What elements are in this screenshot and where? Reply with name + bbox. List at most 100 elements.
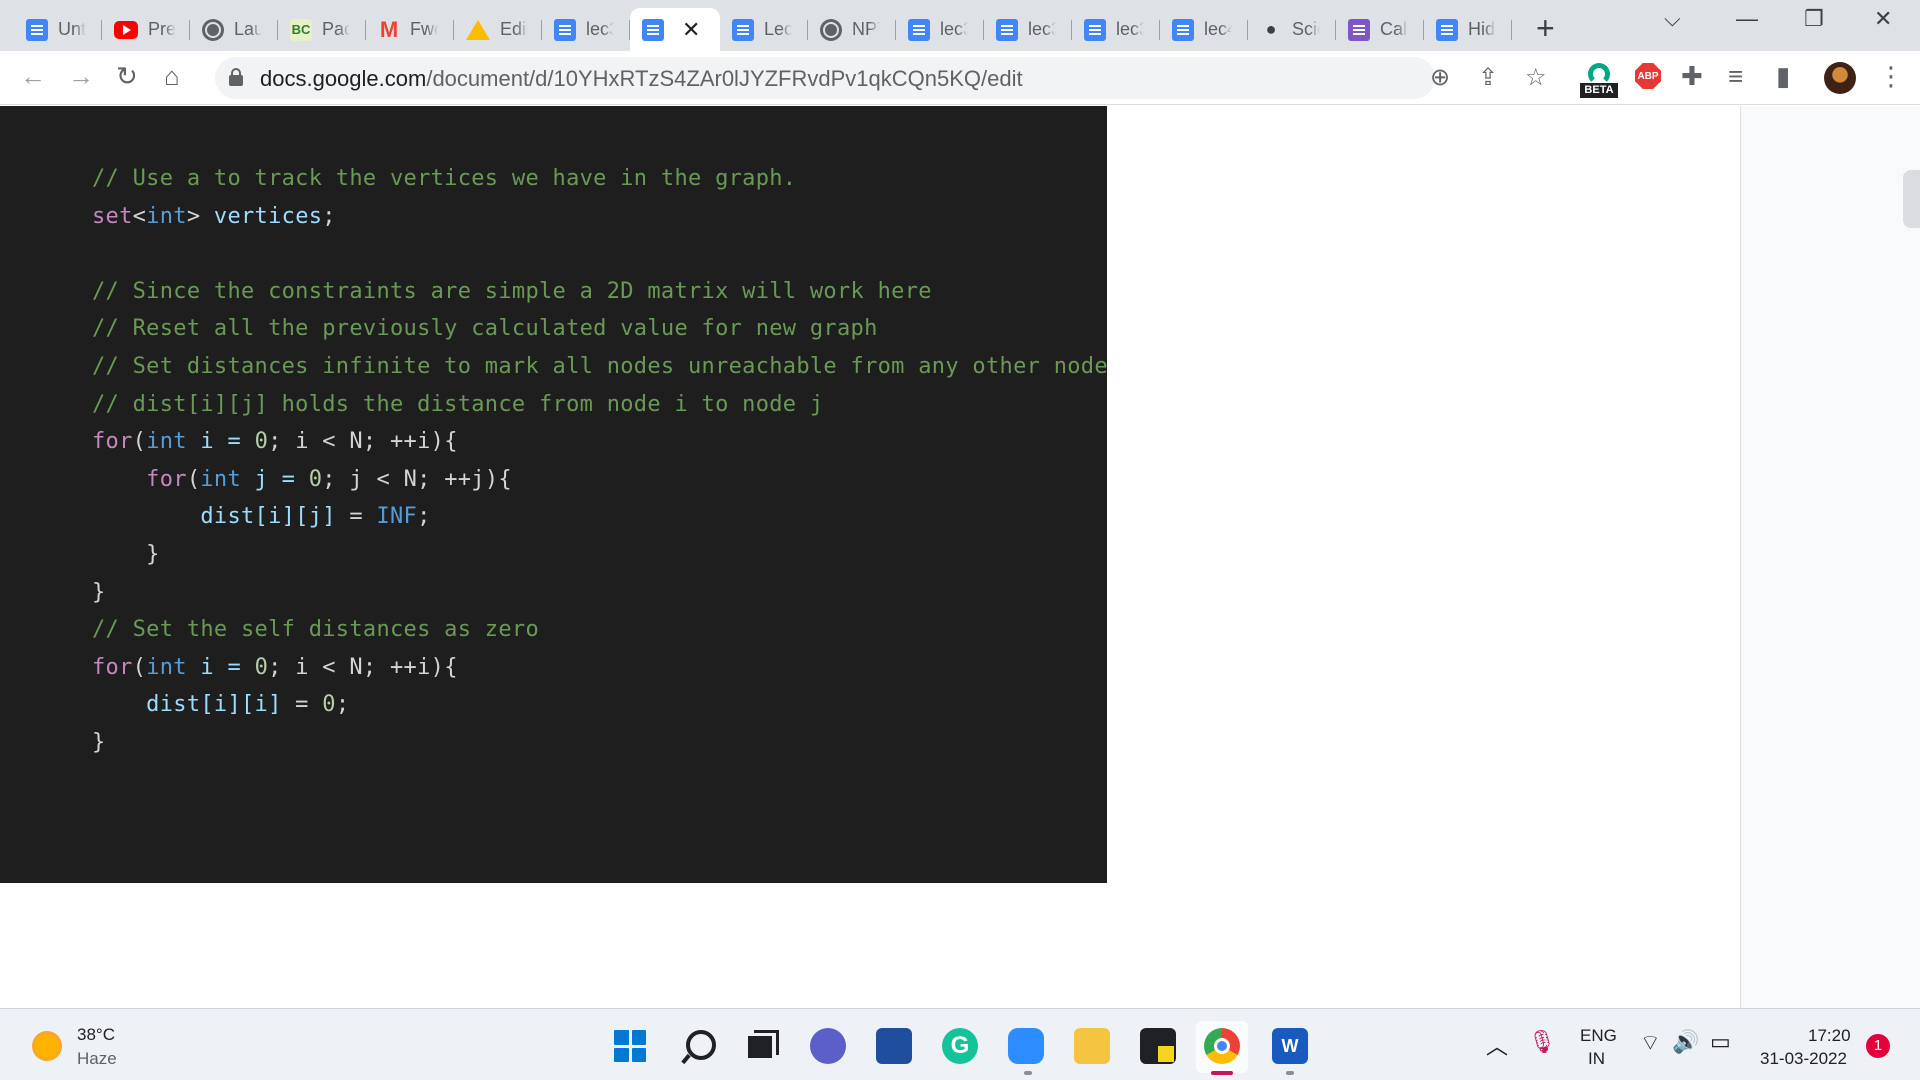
weather-condition[interactable]: Haze	[77, 1049, 117, 1069]
restore-icon[interactable]: ❐	[1804, 6, 1824, 32]
extensions-puzzle-icon[interactable]: ✚	[1681, 61, 1703, 92]
volume-icon[interactable]: 🔊	[1672, 1029, 1699, 1055]
beta-extension-icon[interactable]: BETA	[1580, 63, 1618, 99]
weather-temperature[interactable]: 38°C	[77, 1025, 115, 1045]
chrome-icon[interactable]	[1204, 1028, 1240, 1064]
tab[interactable]: Edit	[454, 8, 542, 51]
minimize-icon[interactable]: —	[1736, 6, 1758, 32]
new-tab-button[interactable]: +	[1536, 10, 1555, 47]
pac-icon: BC	[290, 18, 312, 41]
code-line: }	[92, 542, 160, 567]
document-page: // Use a to track the vertices we have i…	[0, 106, 1740, 1008]
tab[interactable]: Preview	[102, 8, 190, 51]
clock-date[interactable]: 31-03-2022	[1760, 1049, 1847, 1069]
code-token: // dist[i][j] holds the distance from no…	[92, 391, 824, 417]
tab[interactable]: M Fwd	[366, 8, 454, 51]
tab[interactable]: NPTEL	[808, 8, 896, 51]
reload-icon[interactable]: ↻	[116, 61, 138, 92]
zoom-icon[interactable]	[1008, 1028, 1044, 1064]
windows-start-icon[interactable]	[612, 1028, 648, 1064]
home-icon[interactable]: ⌂	[164, 61, 180, 92]
tab-title: lec3	[1116, 19, 1144, 39]
tab-title: lec3	[586, 19, 614, 39]
weather-sun-icon[interactable]	[32, 1031, 62, 1061]
code-line: // Since the constraints are simple a 2D…	[92, 279, 932, 304]
word-icon[interactable]: W	[1272, 1028, 1308, 1064]
tab[interactable]: lec3	[896, 8, 984, 51]
reading-list-icon[interactable]: ≡	[1728, 61, 1743, 92]
browser-toolbar: ← → ↻ ⌂ docs.google.com/document/d/10YHx…	[0, 51, 1920, 105]
close-tab-icon[interactable]: ✕	[682, 17, 700, 43]
language-indicator[interactable]: ENG	[1580, 1026, 1617, 1046]
code-token: =	[335, 504, 377, 530]
bookmark-star-icon[interactable]: ☆	[1525, 63, 1547, 92]
tab-active[interactable]: ✕	[630, 8, 720, 51]
scrollbar-thumb[interactable]	[1903, 170, 1920, 228]
microsoft-store-icon[interactable]	[876, 1028, 912, 1064]
docs-icon	[554, 18, 576, 41]
share-icon[interactable]: ⇪	[1478, 63, 1498, 92]
side-panel-icon[interactable]: ▮	[1776, 61, 1790, 92]
code-token: =	[281, 692, 323, 718]
tab-title: lec4	[1204, 19, 1232, 39]
wifi-icon[interactable]: ⌔	[1640, 1029, 1661, 1057]
tab[interactable]: Lec	[720, 8, 808, 51]
tab[interactable]: BC Packages	[278, 8, 366, 51]
menu-kebab-icon[interactable]: ⋮	[1878, 61, 1904, 92]
tab[interactable]: Untitled	[14, 8, 102, 51]
grammarly-icon[interactable]: G	[942, 1028, 978, 1064]
microphone-icon[interactable]: 🎙	[1528, 1029, 1556, 1055]
code-token: (	[186, 466, 201, 492]
back-icon[interactable]: ←	[20, 61, 46, 92]
zoom-icon[interactable]: ⊕	[1430, 63, 1450, 92]
forward-icon[interactable]: →	[68, 61, 94, 92]
code-line: }	[92, 730, 106, 755]
beta-arc-icon	[1588, 63, 1610, 85]
tab[interactable]: Launch	[190, 8, 278, 51]
language-region[interactable]: IN	[1588, 1049, 1605, 1069]
profile-avatar[interactable]	[1824, 62, 1856, 94]
code-token: set	[92, 203, 133, 229]
tab[interactable]: lec4	[1160, 8, 1248, 51]
docs-icon	[996, 18, 1018, 41]
show-hidden-icons-chevron-icon[interactable]: ︿	[1486, 1029, 1508, 1061]
tab[interactable]: lec3	[542, 8, 630, 51]
code-token: // Set the self distances as zero	[92, 617, 539, 643]
adblock-icon[interactable]: ABP	[1635, 63, 1661, 89]
file-explorer-icon[interactable]	[1074, 1028, 1110, 1064]
code-image: // Use a to track the vertices we have i…	[0, 106, 1108, 883]
address-bar[interactable]: docs.google.com/document/d/10YHxRTzS4ZAr…	[215, 57, 1547, 99]
search-icon[interactable]	[680, 1028, 716, 1064]
close-window-icon[interactable]: ✕	[1874, 6, 1892, 32]
tab-strip: Untitled Preview Launch BC Packages M Fwd Edit l…	[0, 0, 1920, 51]
code-token: }	[92, 579, 106, 605]
url-text[interactable]: docs.google.com/document/d/10YHxRTzS4ZAr…	[260, 66, 1023, 92]
clock-time[interactable]: 17:20	[1808, 1026, 1851, 1046]
tab-title: lec3	[940, 19, 968, 39]
teams-chat-icon[interactable]	[810, 1028, 846, 1064]
sticky-notes-icon[interactable]	[1140, 1028, 1176, 1064]
code-line: for(int i = 0; i < N; ++i){	[92, 429, 458, 454]
task-view-icon[interactable]	[744, 1028, 780, 1064]
code-line: dist[i][j] = INF;	[92, 504, 431, 529]
notification-badge[interactable]: 1	[1866, 1034, 1890, 1058]
code-token: >	[186, 203, 214, 229]
tab-title: NPTEL	[852, 19, 880, 39]
code-token: i =	[186, 429, 255, 455]
lock-icon[interactable]	[229, 68, 243, 86]
code-token: int	[146, 654, 187, 680]
docs-icon	[642, 18, 664, 41]
tab[interactable]: Call	[1336, 8, 1424, 51]
tab[interactable]: ● Science	[1248, 8, 1336, 51]
word-running-indicator	[1286, 1071, 1294, 1075]
battery-icon[interactable]: ▭	[1710, 1029, 1731, 1055]
code-line: // dist[i][j] holds the distance from no…	[92, 392, 823, 417]
tab-title: Preview	[148, 19, 176, 39]
tab-search-icon[interactable]: ⌵	[1664, 6, 1681, 32]
tab[interactable]: lec3	[1072, 8, 1160, 51]
code-line: // Reset all the previously calculated v…	[92, 316, 878, 341]
tab[interactable]: Hidden	[1424, 8, 1512, 51]
tab-title: Untitled	[58, 19, 86, 39]
code-token: // Use a to track the vertices we have i…	[92, 166, 797, 191]
tab[interactable]: lec3	[984, 8, 1072, 51]
